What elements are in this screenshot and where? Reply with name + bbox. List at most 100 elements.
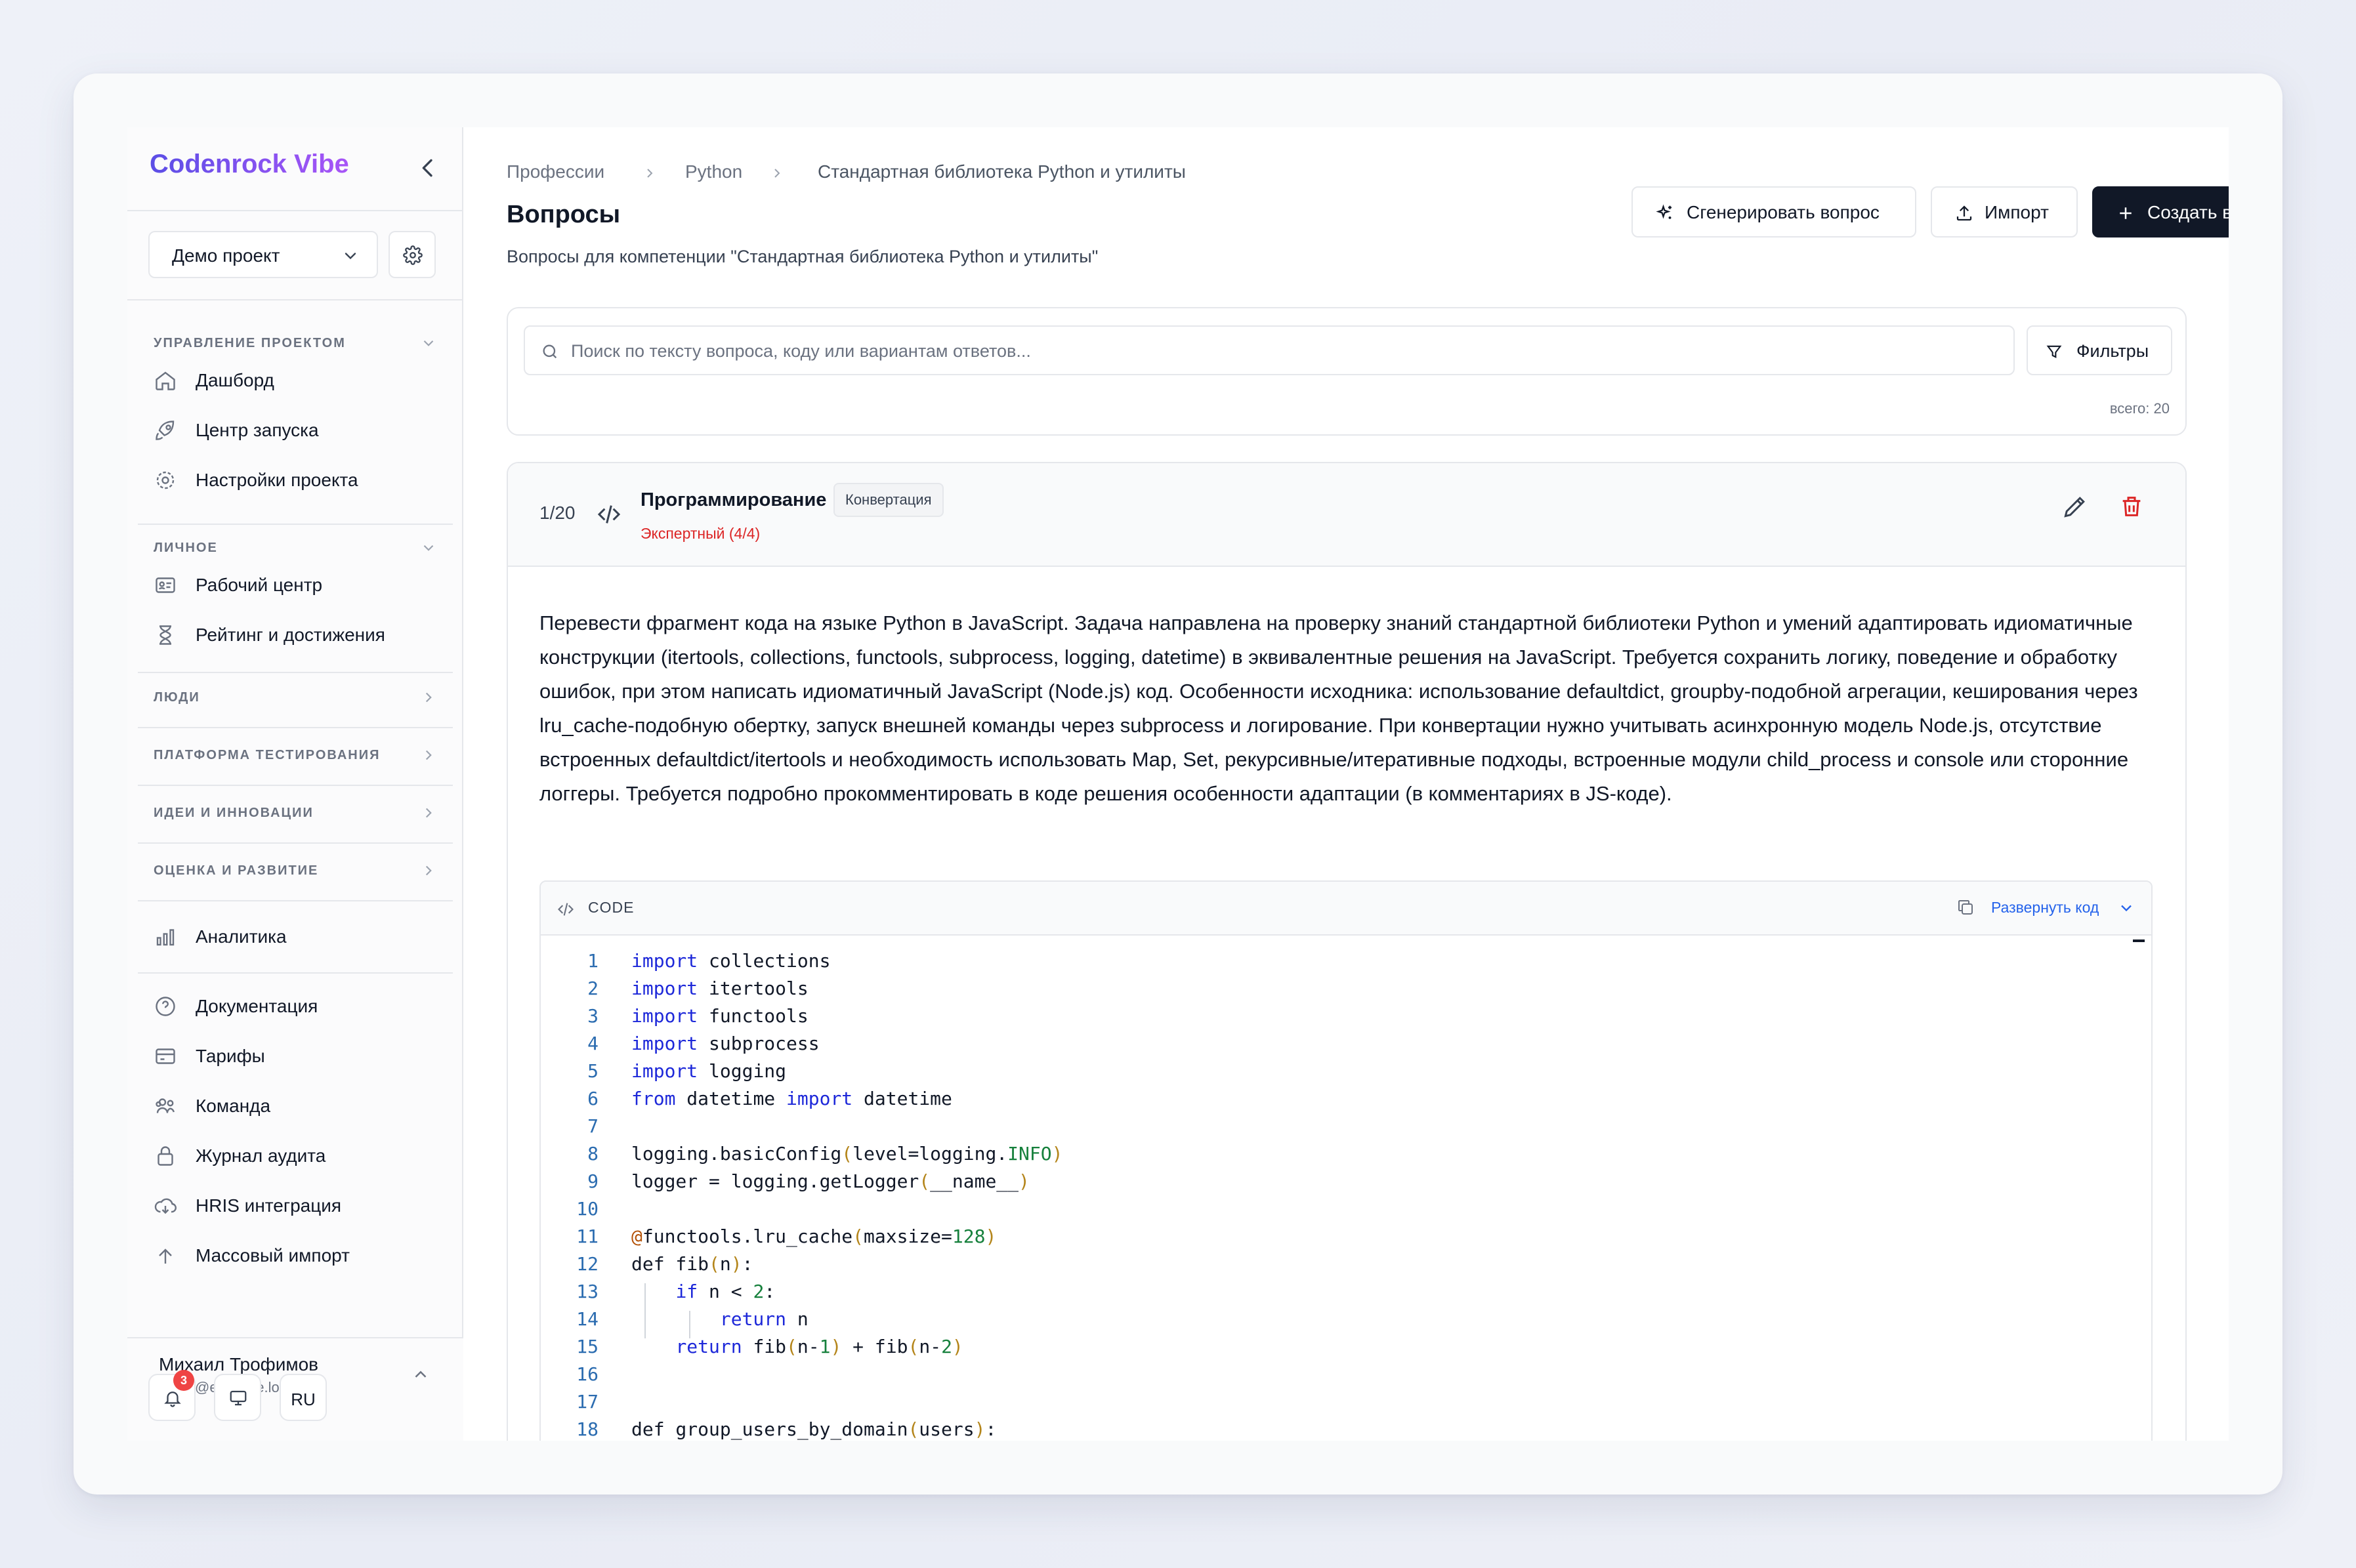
rocket-icon <box>156 421 175 440</box>
edit-pencil-icon[interactable] <box>2061 492 2090 521</box>
code-block: CODE Развернуть код 1 import collections … <box>539 880 2153 1441</box>
sidebar-item-rating[interactable]: Рейтинг и достижения <box>154 614 442 656</box>
search-field[interactable] <box>524 325 2015 375</box>
section-evaluation[interactable]: ОЦЕНКА И РАЗВИТИЕ <box>154 858 437 884</box>
chevron-down-icon <box>345 253 356 260</box>
code-line: 4 import subprocess <box>587 1033 820 1054</box>
help-circle-icon <box>156 997 175 1016</box>
sidebar-item-work-center[interactable]: Рабочий центр <box>154 564 442 606</box>
divider <box>138 524 453 525</box>
section-personal[interactable]: ЛИЧНОЕ <box>154 535 437 562</box>
divider <box>138 972 453 974</box>
chevron-right-icon <box>647 169 653 178</box>
sidebar-item-hris[interactable]: HRIS интеграция <box>154 1185 442 1227</box>
sidebar-nav: УПРАВЛЕНИЕ ПРОЕКТОМ Дашборд Центр запуск… <box>127 300 463 1337</box>
brand-logo[interactable]: Codenrock Vibe <box>150 150 349 179</box>
code-line: 11 @functools.lru_cache(maxsize=128) <box>576 1226 997 1247</box>
scrollbar-thumb[interactable] <box>2133 939 2145 942</box>
app-window: Codenrock Vibe Демо проект УПРАВЛЕНИЕ ПР… <box>74 73 2282 1495</box>
language-button[interactable]: RU <box>280 1374 327 1421</box>
divider <box>138 727 453 728</box>
sidebar-item-mass-import[interactable]: Массовый импорт <box>154 1235 442 1277</box>
search-input[interactable] <box>571 339 2002 363</box>
sidebar-item-launch-center[interactable]: Центр запуска <box>154 409 442 451</box>
question-type-tag: Конвертация <box>833 483 944 517</box>
hourglass-icon <box>159 625 171 645</box>
upload-icon <box>1956 205 1972 221</box>
code-line: 10 <box>576 1198 599 1220</box>
create-question-button[interactable]: Создать вопрос <box>2092 186 2229 237</box>
project-select[interactable]: Демо проект <box>148 231 378 278</box>
sidebar-item-audit[interactable]: Журнал аудита <box>154 1135 442 1177</box>
generate-question-button[interactable]: Сгенерировать вопрос <box>1631 186 1916 237</box>
monitor-icon <box>230 1390 247 1406</box>
section-testing-platform[interactable]: ПЛАТФОРМА ТЕСТИРОВАНИЯ <box>154 743 437 769</box>
lock-icon <box>158 1146 173 1166</box>
code-editor[interactable]: 1 import collections 2 import itertools 3i… <box>541 936 2151 1441</box>
code-line: 8 logging.basicConfig(level=logging.INFO) <box>587 1143 1063 1165</box>
code-line: 5 import logging <box>587 1060 787 1082</box>
sparkles-icon <box>1656 204 1672 219</box>
cloud-download-icon <box>154 1198 177 1214</box>
filters-button[interactable]: Фильтры <box>2027 325 2172 375</box>
chevron-down-icon <box>2121 905 2132 912</box>
bar-chart-icon <box>156 929 175 946</box>
question-category: Программирование <box>641 489 827 510</box>
code-line: 17 <box>576 1391 599 1413</box>
code-line: 14 return n <box>576 1308 809 1330</box>
code-line: 18 def group_users_by_domain(users): <box>576 1418 997 1440</box>
chevron-down-icon <box>423 340 434 346</box>
expand-code-link[interactable]: Развернуть код <box>1991 899 2099 917</box>
code-line: 2 import itertools <box>587 978 809 999</box>
trash-icon[interactable] <box>2118 492 2145 521</box>
app: Codenrock Vibe Демо проект УПРАВЛЕНИЕ ПР… <box>127 127 2229 1441</box>
code-line: 13 if n < 2: <box>576 1281 776 1302</box>
users-icon <box>156 1098 175 1113</box>
divider <box>138 785 453 786</box>
code-line: 7 <box>587 1115 599 1137</box>
display-mode-button[interactable] <box>214 1374 261 1421</box>
project-settings-button[interactable] <box>389 231 436 278</box>
gear-icon <box>156 471 175 489</box>
chevron-up-icon <box>415 1371 427 1378</box>
search-card: Фильтры всего: 20 <box>507 307 2187 436</box>
chevron-right-icon <box>425 865 432 876</box>
code-line: 9 logger = logging.getLogger(__name__) <box>587 1170 1030 1192</box>
total-count: всего: 20 <box>2109 400 2170 417</box>
divider <box>138 842 453 844</box>
chevron-right-icon <box>774 169 780 178</box>
section-ideas[interactable]: ИДЕИ И ИННОВАЦИИ <box>154 800 437 827</box>
page-subtitle: Вопросы для компетенции "Стандартная биб… <box>507 247 1099 266</box>
sidebar-item-docs[interactable]: Документация <box>154 985 442 1027</box>
sidebar-item-analytics[interactable]: Аналитика <box>154 916 442 958</box>
bell-icon <box>164 1392 181 1407</box>
chevron-right-icon <box>425 808 432 818</box>
code-line: 16 <box>576 1363 599 1385</box>
code-icon <box>558 903 574 916</box>
collapse-sidebar-icon[interactable] <box>415 155 441 181</box>
question-level: Экспертный (4/4) <box>641 525 761 542</box>
section-project-management[interactable]: УПРАВЛЕНИЕ ПРОЕКТОМ <box>154 331 437 357</box>
breadcrumb-item[interactable]: Профессии <box>507 161 604 182</box>
chevron-right-icon <box>425 692 432 703</box>
section-people[interactable]: ЛЮДИ <box>154 685 437 711</box>
brand-row: Codenrock Vibe <box>127 127 463 211</box>
notifications-button[interactable]: 3 <box>148 1370 196 1421</box>
sidebar-item-project-settings[interactable]: Настройки проекта <box>154 459 442 501</box>
chevron-right-icon <box>425 750 432 760</box>
code-line: 12 def fib(n): <box>576 1253 753 1275</box>
breadcrumb-item[interactable]: Python <box>685 161 742 182</box>
sidebar-item-team[interactable]: Команда <box>154 1085 442 1127</box>
sidebar-item-tariffs[interactable]: Тарифы <box>154 1035 442 1077</box>
notification-count-badge: 3 <box>173 1370 194 1391</box>
sidebar-item-dashboard[interactable]: Дашборд <box>154 360 442 402</box>
sidebar: Codenrock Vibe Демо проект УПРАВЛЕНИЕ ПР… <box>127 127 463 1441</box>
copy-icon[interactable] <box>1956 897 1975 917</box>
code-label: CODE <box>588 899 635 916</box>
chevron-down-icon <box>423 545 434 551</box>
import-button[interactable]: Импорт <box>1931 186 2078 237</box>
divider <box>138 900 453 901</box>
code-line: 6 from datetime import datetime <box>587 1088 952 1109</box>
main-content: Профессии Python Стандартная библиотека … <box>463 127 2229 1441</box>
divider <box>138 672 453 673</box>
